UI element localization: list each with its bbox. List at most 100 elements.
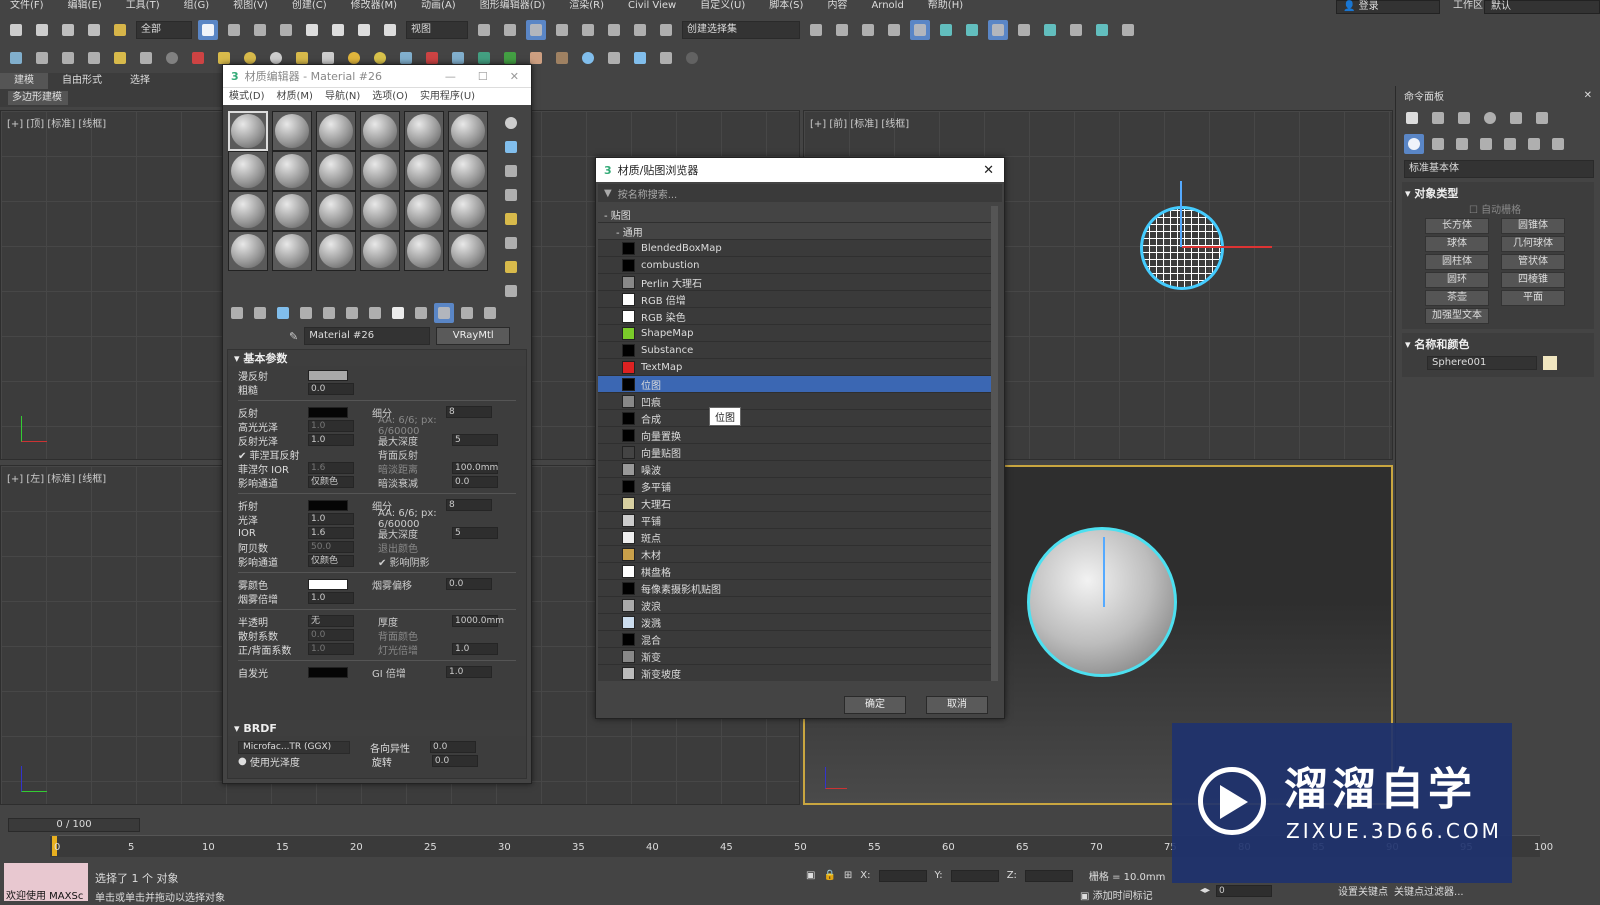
menu-item[interactable]: 组(G) bbox=[174, 0, 224, 14]
material-sample-slot[interactable] bbox=[316, 151, 356, 191]
menu-item[interactable]: 文件(F) bbox=[0, 0, 58, 14]
render-cloud-icon[interactable] bbox=[1092, 20, 1112, 40]
map-list-item[interactable]: 每像素摄影机贴图 bbox=[598, 580, 998, 597]
material-sample-slot[interactable] bbox=[360, 111, 400, 151]
mat-editor-menu-item[interactable]: 实用程序(U) bbox=[420, 88, 475, 105]
use-glossiness-radio[interactable]: ● bbox=[238, 756, 250, 767]
put-material-icon[interactable] bbox=[250, 303, 270, 323]
map-list-item[interactable]: 木材 bbox=[598, 546, 998, 563]
group-maps[interactable]: - 贴图 bbox=[598, 206, 998, 223]
get-material-icon[interactable] bbox=[227, 303, 247, 323]
cancel-button[interactable]: 取消 bbox=[926, 696, 988, 714]
material-editor-titlebar[interactable]: 3 材质编辑器 - Material #26 — ☐ ✕ bbox=[223, 65, 531, 87]
tools-icon[interactable] bbox=[136, 48, 156, 68]
menu-item[interactable]: 图形编辑器(D) bbox=[470, 0, 560, 14]
menu-item[interactable]: 创建(C) bbox=[282, 0, 341, 14]
curve-editor-icon[interactable] bbox=[936, 20, 956, 40]
sphere-wireframe[interactable] bbox=[1140, 206, 1224, 290]
viewport-top-label[interactable]: [+] [顶] [标准] [线框] bbox=[7, 115, 106, 130]
select-manipulate-icon[interactable] bbox=[500, 20, 520, 40]
map-list-item[interactable]: 泼溅 bbox=[598, 614, 998, 631]
map-list-item[interactable]: 合成 bbox=[598, 410, 998, 427]
material-sample-slot[interactable] bbox=[316, 111, 356, 151]
menu-item[interactable]: 视图(V) bbox=[223, 0, 282, 14]
material-sample-slot[interactable] bbox=[272, 191, 312, 231]
undo-icon[interactable] bbox=[6, 20, 26, 40]
browser-search[interactable]: ▼ 按名称搜索... bbox=[598, 184, 1002, 202]
time-slider[interactable]: 0 / 100 bbox=[8, 818, 140, 832]
video-check-icon[interactable] bbox=[501, 209, 521, 229]
param-spinner[interactable]: 仅颜色 bbox=[308, 555, 354, 567]
current-frame-field[interactable]: 0 bbox=[1216, 884, 1273, 897]
map-list-item[interactable]: 斑点 bbox=[598, 529, 998, 546]
name-color-header[interactable]: ▾ 名称和颜色 bbox=[1405, 336, 1591, 352]
menu-item[interactable]: Arnold bbox=[861, 0, 917, 14]
cameras-icon[interactable] bbox=[1476, 134, 1496, 154]
ribbon-sub-label[interactable]: 多边形建模 bbox=[8, 91, 68, 105]
edit-named-sets-icon[interactable] bbox=[656, 20, 676, 40]
material-sample-slot[interactable] bbox=[360, 231, 400, 271]
group-general[interactable]: - 通用 bbox=[598, 223, 998, 240]
material-sample-slot[interactable] bbox=[404, 111, 444, 151]
percent-snap-icon[interactable] bbox=[604, 20, 624, 40]
material-id-icon[interactable] bbox=[388, 303, 408, 323]
map-list-item[interactable]: TextMap bbox=[598, 359, 998, 376]
unlink-icon[interactable] bbox=[84, 20, 104, 40]
material-sample-slot[interactable] bbox=[448, 151, 488, 191]
pivot-icon[interactable] bbox=[474, 20, 494, 40]
map-list-item[interactable]: BlendedBoxMap bbox=[598, 240, 998, 257]
primitive-button[interactable]: 圆锥体 bbox=[1501, 218, 1565, 234]
material-sample-slot[interactable] bbox=[404, 191, 444, 231]
uv-tiling-icon[interactable] bbox=[501, 185, 521, 205]
material-sample-slot[interactable] bbox=[448, 191, 488, 231]
primitive-button[interactable]: 四棱锥 bbox=[1501, 272, 1565, 288]
param-right-spinner[interactable]: 8 bbox=[446, 406, 492, 418]
map-list-item[interactable]: 凹痕 bbox=[598, 393, 998, 410]
object-name-field[interactable]: Sphere001 bbox=[1427, 356, 1537, 370]
select-by-name-icon[interactable] bbox=[224, 20, 244, 40]
param-spinner[interactable]: 1.6 bbox=[308, 527, 354, 539]
param-spinner[interactable]: 1.0 bbox=[308, 592, 354, 604]
window-crossing-icon[interactable] bbox=[276, 20, 296, 40]
bind-spacewarp-icon[interactable] bbox=[110, 20, 130, 40]
render-setup-icon[interactable] bbox=[1014, 20, 1034, 40]
show-end-result-icon[interactable] bbox=[434, 303, 454, 323]
color-swatch[interactable] bbox=[308, 578, 348, 590]
select-object-icon[interactable] bbox=[198, 20, 218, 40]
workspace-dropdown[interactable]: 默认 bbox=[1484, 0, 1600, 14]
maxscript-listener[interactable]: 欢迎使用 MAXSc bbox=[4, 863, 88, 902]
map-list-item[interactable]: 大理石 bbox=[598, 495, 998, 512]
map-list-item[interactable]: 平铺 bbox=[598, 512, 998, 529]
teapot-icon[interactable] bbox=[6, 48, 26, 68]
set-key-button[interactable]: 设置关键点 bbox=[1338, 883, 1388, 898]
search-toggle-icon[interactable]: ▼ bbox=[604, 188, 612, 199]
param-right-spinner[interactable]: 8 bbox=[446, 499, 492, 511]
mat-editor-menu-item[interactable]: 导航(N) bbox=[325, 88, 360, 105]
menu-item[interactable]: 脚本(S) bbox=[759, 0, 817, 14]
fur-icon[interactable] bbox=[552, 48, 572, 68]
param-spinner[interactable]: 仅颜色 bbox=[308, 476, 354, 488]
material-sample-slot[interactable] bbox=[228, 151, 268, 191]
z-field[interactable] bbox=[1024, 869, 1073, 882]
copy-material-icon[interactable] bbox=[319, 303, 339, 323]
key-filters-button[interactable]: 关键点过滤器... bbox=[1394, 883, 1464, 898]
reset-map-icon[interactable] bbox=[296, 303, 316, 323]
close-icon[interactable]: ✕ bbox=[983, 163, 1004, 178]
isolate-icon[interactable]: ▣ bbox=[806, 870, 815, 881]
brdf-type-dropdown[interactable]: Microfac...TR (GGX) bbox=[238, 740, 350, 754]
param-right-spinner[interactable]: 5 bbox=[452, 527, 498, 539]
param-spinner[interactable]: 1.0 bbox=[308, 643, 354, 655]
material-sample-slot[interactable] bbox=[272, 111, 312, 151]
ribbon-tab[interactable]: 自由形式 bbox=[48, 73, 116, 89]
rendered-frame-icon[interactable] bbox=[1040, 20, 1060, 40]
map-list-item[interactable]: 向量置换 bbox=[598, 427, 998, 444]
align-icon[interactable] bbox=[832, 20, 852, 40]
put-library-icon[interactable] bbox=[365, 303, 385, 323]
selection-filter-dropdown[interactable]: 全部 bbox=[136, 21, 192, 39]
browser-scrollbar[interactable] bbox=[991, 206, 998, 681]
material-sample-slot[interactable] bbox=[448, 111, 488, 151]
toggle-ribbon-icon[interactable] bbox=[884, 20, 904, 40]
move-icon[interactable] bbox=[302, 20, 322, 40]
make-unique-icon[interactable] bbox=[342, 303, 362, 323]
primitive-button[interactable]: 管状体 bbox=[1501, 254, 1565, 270]
